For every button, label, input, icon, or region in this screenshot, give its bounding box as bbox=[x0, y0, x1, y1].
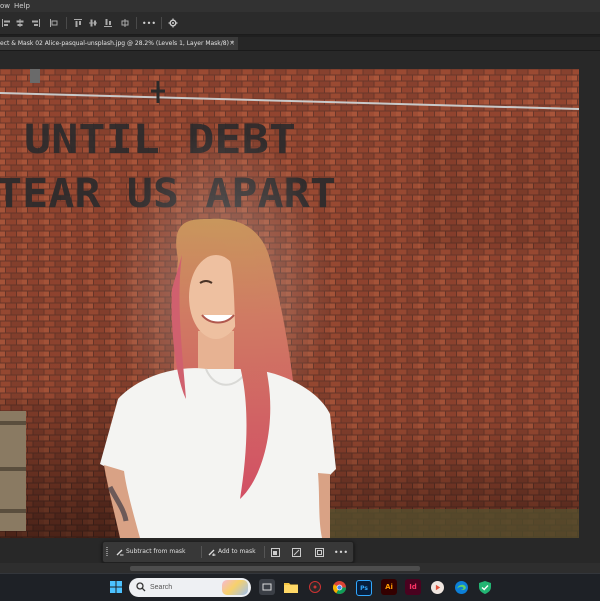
separator bbox=[201, 546, 202, 558]
illustrator-icon[interactable]: Ai bbox=[381, 579, 397, 595]
fill-mask-icon[interactable] bbox=[313, 546, 325, 558]
distribute-left-icon[interactable] bbox=[48, 17, 60, 29]
add-to-mask-button[interactable]: Add to mask bbox=[204, 545, 260, 559]
subtract-from-mask-label: Subtract from mask bbox=[126, 548, 186, 555]
feather-mask-icon[interactable] bbox=[290, 546, 302, 558]
menu-window[interactable]: ow bbox=[0, 0, 10, 12]
search-icon bbox=[136, 582, 146, 592]
more-options-icon[interactable]: ••• bbox=[142, 17, 156, 29]
align-middle-v-icon[interactable] bbox=[87, 17, 99, 29]
separator bbox=[161, 17, 162, 29]
invert-mask-icon[interactable] bbox=[269, 546, 281, 558]
document-tab-title: ect & Mask 02 Alice-pasqual-unsplash.jpg… bbox=[0, 40, 234, 47]
edge-icon[interactable] bbox=[453, 579, 469, 595]
search-highlight-art bbox=[222, 580, 248, 595]
align-left-icon[interactable] bbox=[0, 17, 12, 29]
distribute-vertical-icon[interactable] bbox=[119, 17, 131, 29]
menu-help[interactable]: Help bbox=[14, 0, 30, 12]
add-to-mask-label: Add to mask bbox=[218, 548, 256, 555]
task-view-icon[interactable] bbox=[259, 579, 275, 595]
brush-minus-icon bbox=[116, 549, 124, 556]
align-bottom-icon[interactable] bbox=[102, 17, 114, 29]
taskbar: Search Ps Ai Id bbox=[0, 573, 600, 601]
separator bbox=[264, 546, 265, 558]
align-right-icon[interactable] bbox=[30, 17, 42, 29]
gear-icon[interactable] bbox=[167, 17, 179, 29]
file-explorer-icon[interactable] bbox=[283, 579, 299, 595]
menu-bar: ow Help bbox=[0, 0, 600, 12]
horizontal-scrollbar[interactable] bbox=[130, 566, 420, 571]
separator bbox=[136, 17, 137, 29]
drag-handle[interactable] bbox=[106, 547, 108, 557]
subtract-from-mask-button[interactable]: Subtract from mask bbox=[112, 545, 198, 559]
document-tab[interactable]: ect & Mask 02 Alice-pasqual-unsplash.jpg… bbox=[0, 37, 238, 50]
options-bar: ••• bbox=[0, 12, 600, 35]
close-icon[interactable]: × bbox=[229, 37, 235, 50]
taskbar-search[interactable]: Search bbox=[129, 578, 251, 597]
indesign-icon[interactable]: Id bbox=[405, 579, 421, 595]
windows-start-icon[interactable] bbox=[108, 579, 124, 595]
contextual-task-bar: Subtract from mask Add to mask ••• bbox=[102, 541, 354, 563]
brush-plus-icon bbox=[208, 549, 216, 556]
photo-image: UNTIL DEBT TEAR US APART bbox=[0, 69, 579, 538]
document-canvas[interactable]: UNTIL DEBT TEAR US APART bbox=[0, 69, 579, 538]
dvd-app-icon[interactable] bbox=[307, 579, 323, 595]
workspace: UNTIL DEBT TEAR US APART bbox=[0, 51, 600, 563]
photoshop-icon[interactable]: Ps bbox=[356, 580, 372, 596]
search-placeholder: Search bbox=[150, 584, 173, 591]
media-player-icon[interactable] bbox=[429, 579, 445, 595]
separator bbox=[66, 17, 67, 29]
more-options-icon[interactable]: ••• bbox=[334, 546, 348, 558]
chrome-icon[interactable] bbox=[331, 579, 347, 595]
align-top-icon[interactable] bbox=[72, 17, 84, 29]
align-center-h-icon[interactable] bbox=[14, 17, 26, 29]
document-tab-strip: ect & Mask 02 Alice-pasqual-unsplash.jpg… bbox=[0, 37, 600, 51]
security-app-icon[interactable] bbox=[477, 579, 493, 595]
